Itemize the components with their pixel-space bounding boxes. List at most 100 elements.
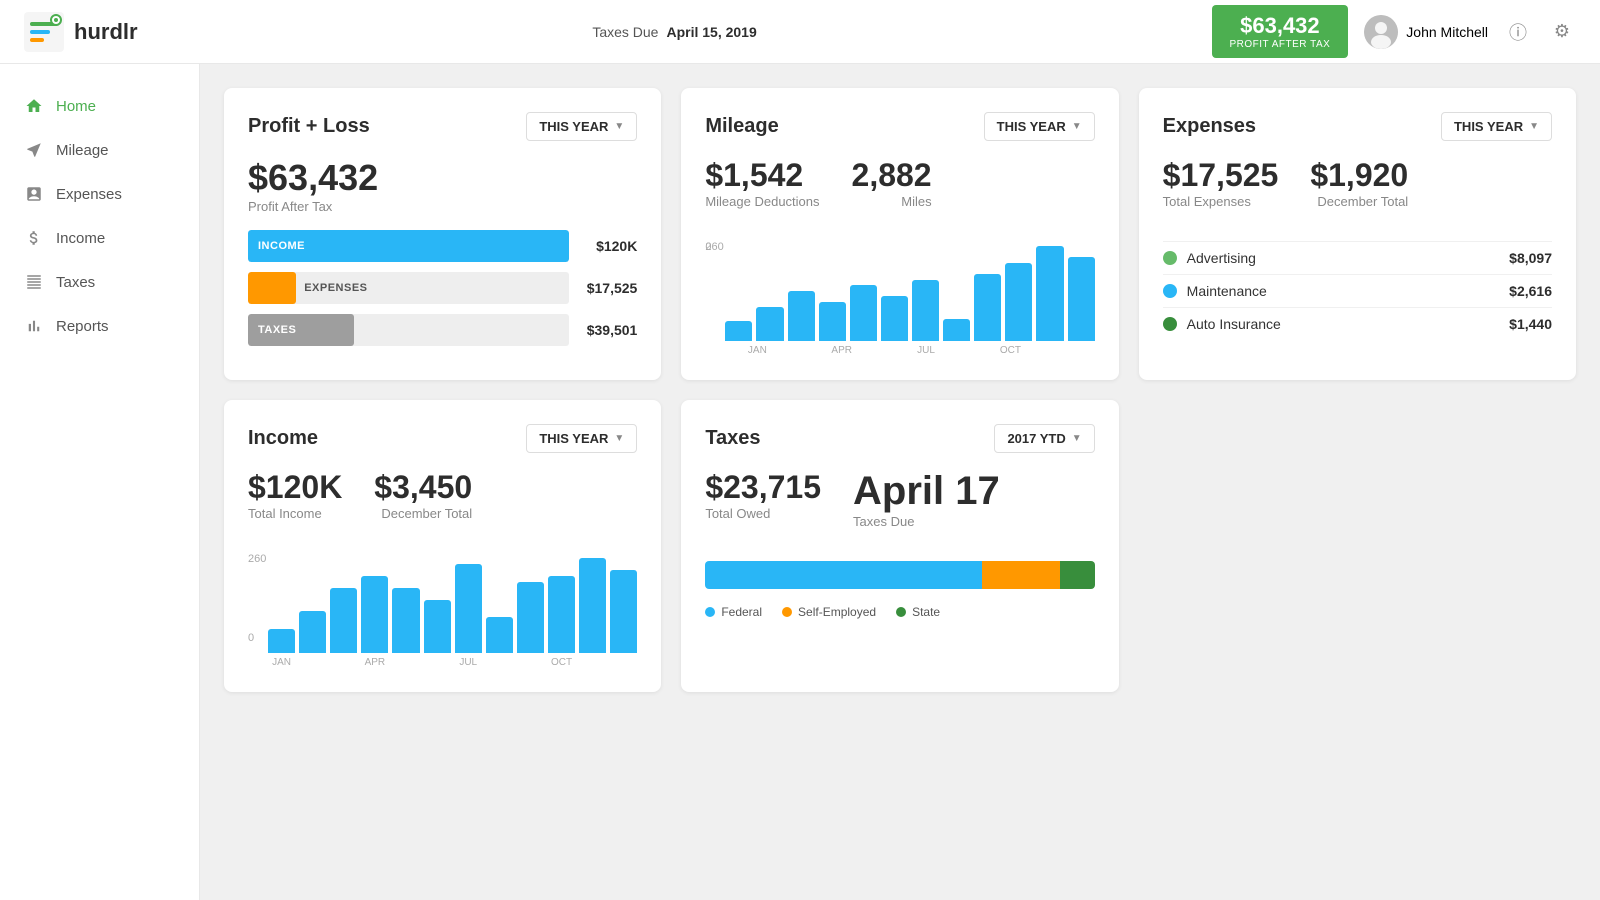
- mileage-title: Mileage: [705, 115, 778, 138]
- miles-amount: 2,882: [852, 157, 932, 194]
- chevron-down-icon: ▼: [1072, 121, 1082, 132]
- expenses-icon: [24, 184, 44, 204]
- sidebar-item-expenses[interactable]: Expenses: [0, 172, 199, 216]
- sidebar-label-reports: Reports: [56, 318, 109, 335]
- taxes-header: Taxes 2017 YTD ▼: [705, 424, 1094, 453]
- mileage-period-btn[interactable]: THIS YEAR ▼: [984, 112, 1095, 141]
- expense-left-maintenance: Maintenance: [1163, 283, 1267, 299]
- profit-amount: $63,432: [1230, 13, 1331, 39]
- income-chart-y-top: 260: [248, 553, 266, 565]
- income-bar: [361, 576, 388, 653]
- sidebar-label-expenses: Expenses: [56, 186, 122, 203]
- user-name: John Mitchell: [1406, 24, 1488, 40]
- advertising-label: Advertising: [1187, 250, 1256, 266]
- taxes-bar-row: TAXES $39,501: [248, 314, 637, 346]
- income-header: Income THIS YEAR ▼: [248, 424, 637, 453]
- sidebar-item-home[interactable]: Home: [0, 84, 199, 128]
- taxes-period-btn[interactable]: 2017 YTD ▼: [994, 424, 1094, 453]
- mileage-period: THIS YEAR: [997, 119, 1066, 134]
- mileage-x-label: JAN: [745, 345, 769, 356]
- dec-income-stat: $3,450 December Total: [374, 469, 472, 537]
- main-content: Profit + Loss THIS YEAR ▼ $63,432 Profit…: [200, 64, 1600, 900]
- income-x-label: [517, 657, 544, 668]
- taxes-period: 2017 YTD: [1007, 431, 1065, 446]
- dec-expenses-amount: $1,920: [1310, 157, 1408, 194]
- profit-badge[interactable]: $63,432 PROFIT AFTER TAX: [1212, 5, 1349, 58]
- mileage-bar: [850, 285, 877, 341]
- income-chart-y-bottom: 0: [248, 632, 254, 644]
- reports-icon: [24, 316, 44, 336]
- app-body: Home Mileage Expenses Income Taxes: [0, 64, 1600, 900]
- taxes-stats: $23,715 Total Owed April 17 Taxes Due: [705, 469, 1094, 545]
- income-bar: [268, 629, 295, 653]
- deductions-label: Mileage Deductions: [705, 194, 819, 209]
- sidebar-item-mileage[interactable]: Mileage: [0, 128, 199, 172]
- profit-loss-amount: $63,432: [248, 157, 637, 199]
- chevron-down-icon: ▼: [1529, 121, 1539, 132]
- settings-button[interactable]: ⚙: [1548, 18, 1576, 46]
- total-income-stat: $120K Total Income: [248, 469, 342, 537]
- help-button[interactable]: ⓘ: [1504, 18, 1532, 46]
- maintenance-label: Maintenance: [1187, 283, 1267, 299]
- income-period-btn[interactable]: THIS YEAR ▼: [526, 424, 637, 453]
- sidebar-item-reports[interactable]: Reports: [0, 304, 199, 348]
- sidebar-item-taxes[interactable]: Taxes: [0, 260, 199, 304]
- header-right: $63,432 PROFIT AFTER TAX John Mitchell ⓘ…: [1212, 5, 1577, 58]
- dec-income-amount: $3,450: [374, 469, 472, 506]
- income-x-label: [610, 657, 637, 668]
- mileage-icon: [24, 140, 44, 160]
- profit-loss-period-btn[interactable]: THIS YEAR ▼: [526, 112, 637, 141]
- expenses-title: Expenses: [1163, 115, 1256, 138]
- expenses-period: THIS YEAR: [1454, 119, 1523, 134]
- mileage-header: Mileage THIS YEAR ▼: [705, 112, 1094, 141]
- home-icon: [24, 96, 44, 116]
- income-title: Income: [248, 427, 318, 450]
- mileage-bar: [788, 291, 815, 341]
- income-period: THIS YEAR: [539, 431, 608, 446]
- sidebar-item-income[interactable]: Income: [0, 216, 199, 260]
- expenses-bar-fill: [248, 272, 296, 304]
- avatar-icon: [1364, 15, 1398, 49]
- profit-label: PROFIT AFTER TAX: [1230, 39, 1331, 50]
- total-income-label: Total Income: [248, 506, 342, 521]
- income-bar-row: INCOME $120K: [248, 230, 637, 262]
- expense-left-auto-insurance: Auto Insurance: [1163, 316, 1281, 332]
- taxes-legend: Federal Self-Employed State: [705, 605, 1094, 619]
- miles-stat: 2,882 Miles: [852, 157, 932, 225]
- mileage-x-label: [802, 345, 826, 356]
- income-chart-container: 260 0 JANAPRJULOCT: [248, 553, 637, 668]
- dec-expenses-stat: $1,920 December Total: [1310, 157, 1408, 225]
- mileage-x-label: [942, 345, 966, 356]
- income-x-label: JUL: [455, 657, 482, 668]
- self-employed-legend-dot: [782, 607, 792, 617]
- taxes-due-info: Taxes Due April 15, 2019: [592, 24, 756, 40]
- logo-text: hurdlr: [74, 19, 138, 45]
- dec-income-label: December Total: [374, 506, 472, 521]
- income-stats: $120K Total Income $3,450 December Total: [248, 469, 637, 537]
- taxes-due-date-big: April 17: [853, 469, 1000, 514]
- sidebar-label-home: Home: [56, 98, 96, 115]
- mileage-bar: [819, 302, 846, 341]
- expense-item-auto-insurance: Auto Insurance $1,440: [1163, 307, 1552, 340]
- income-bar: [299, 611, 326, 653]
- mileage-x-label: [773, 345, 797, 356]
- self-employed-legend-label: Self-Employed: [798, 605, 876, 619]
- profit-loss-card: Profit + Loss THIS YEAR ▼ $63,432 Profit…: [224, 88, 661, 380]
- sidebar-label-income: Income: [56, 230, 105, 247]
- expenses-period-btn[interactable]: THIS YEAR ▼: [1441, 112, 1552, 141]
- legend-federal: Federal: [705, 605, 762, 619]
- total-expenses-label: Total Expenses: [1163, 194, 1279, 209]
- avatar: [1364, 15, 1398, 49]
- auto-insurance-dot: [1163, 317, 1177, 331]
- mileage-chart: 260 0 JANAPRJULOCT: [705, 241, 1094, 356]
- income-bar-chart: [268, 553, 637, 653]
- mileage-x-label: [858, 345, 882, 356]
- legend-self-employed: Self-Employed: [782, 605, 876, 619]
- expenses-amount: $17,525: [577, 280, 637, 296]
- expense-item-advertising: Advertising $8,097: [1163, 241, 1552, 274]
- expenses-bar-label: EXPENSES: [304, 282, 367, 294]
- income-x-label: [486, 657, 513, 668]
- self-employed-bar-seg: [982, 561, 1060, 589]
- taxes-due-label: Taxes Due: [592, 24, 658, 40]
- header: hurdlr Taxes Due April 15, 2019 $63,432 …: [0, 0, 1600, 64]
